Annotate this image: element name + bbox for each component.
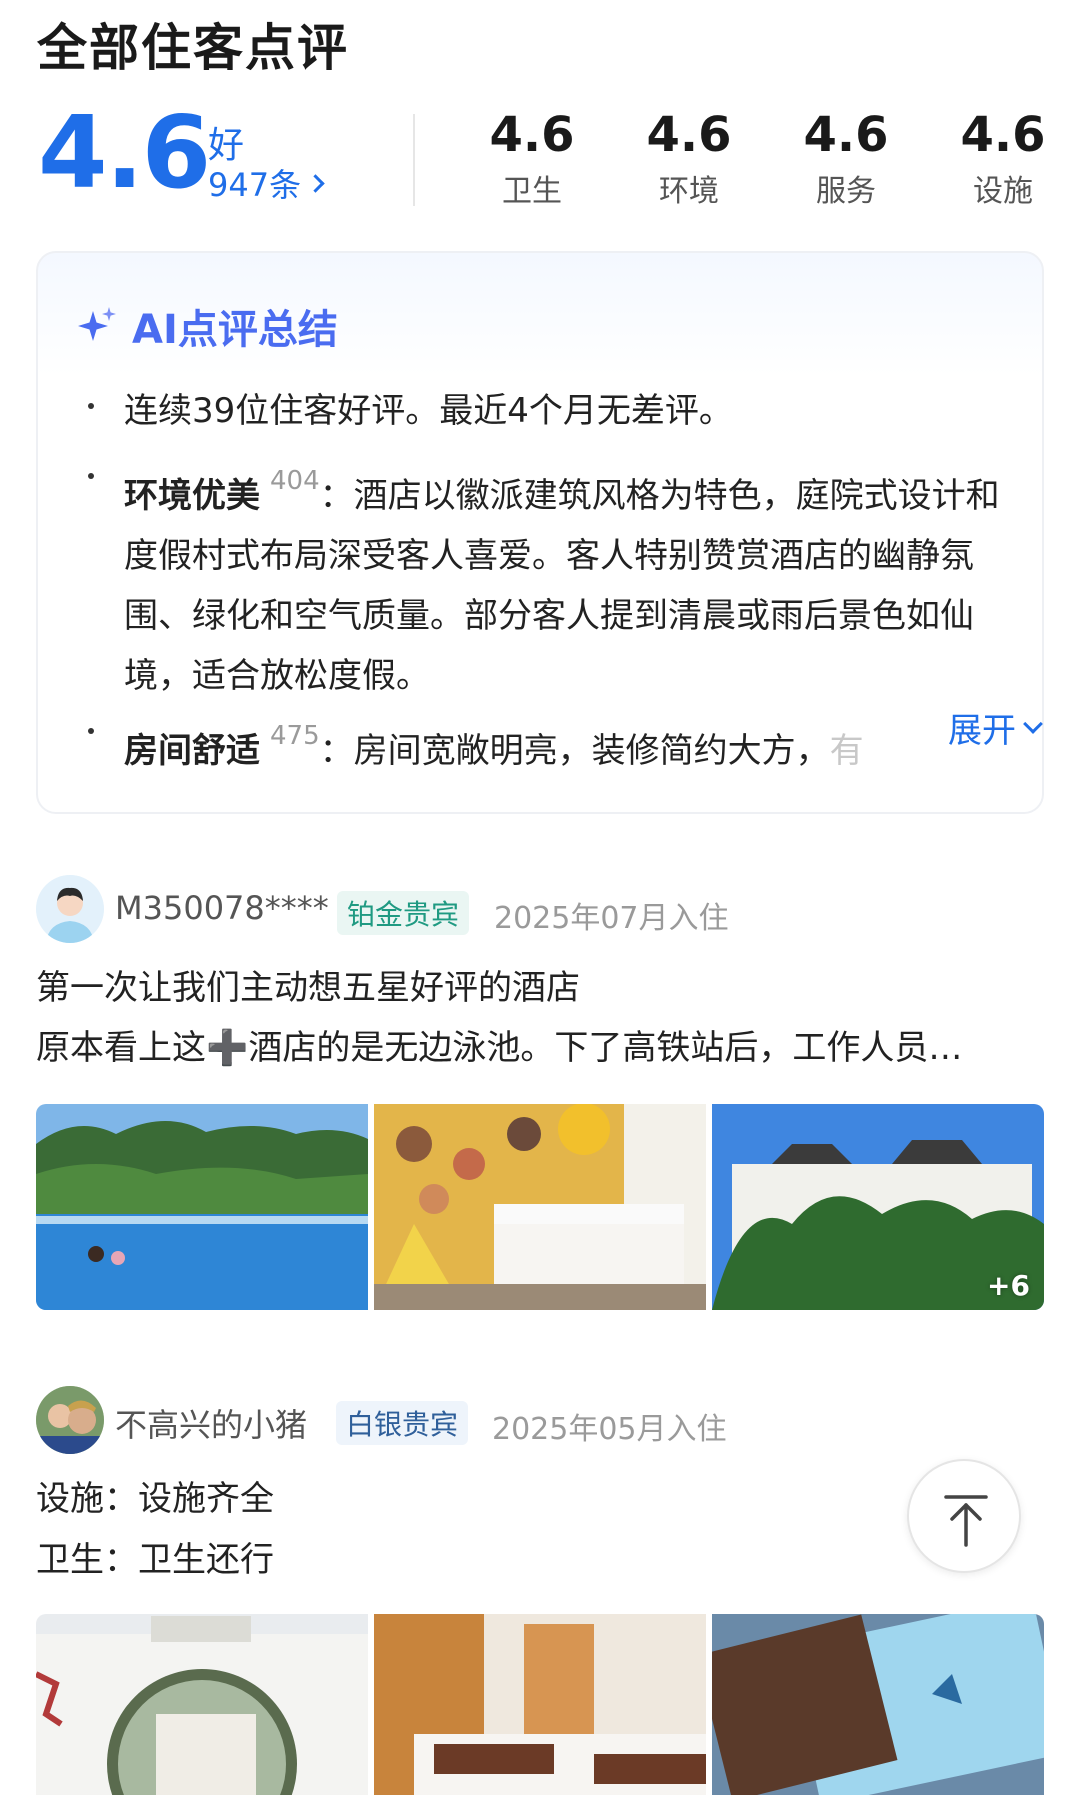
ai-summary-card: AI点评总结 连续39位住客好评。最近4个月无差评。 环境优美 404：酒店以徽派… <box>36 251 1044 814</box>
chevron-down-icon <box>1023 713 1043 734</box>
bullet <box>88 473 98 483</box>
member-level-badge: 铂金贵宾 <box>337 891 470 935</box>
user-name: 不高兴的小猪 <box>115 1406 308 1444</box>
sub-score-hygiene: 4.6 卫生 <box>472 110 592 210</box>
overall-score: 4.6 <box>38 94 211 211</box>
bullet <box>88 728 98 738</box>
review-text-line[interactable]: 设施：设施齐全 <box>36 1469 274 1529</box>
ai-summary-tag-count: 404 <box>270 466 320 496</box>
review-count-link[interactable]: 947条 <box>208 160 325 206</box>
review-photo-twin-room[interactable] <box>374 1614 706 1795</box>
review-photo-key-cards[interactable] <box>712 1614 1044 1795</box>
sparkle-icon <box>78 307 116 341</box>
divider <box>413 114 415 206</box>
user-name: M350078**** <box>115 889 329 927</box>
sub-score-facilities: 4.6 设施 <box>943 110 1063 210</box>
ai-summary-text: ：房间宽敞明亮，装修简约大方， <box>319 731 830 771</box>
ai-summary-tag-count: 475 <box>270 721 320 751</box>
user-avatar-photo <box>36 1386 104 1454</box>
sub-score-value: 4.6 <box>646 107 732 163</box>
ai-summary-tag[interactable]: 房间舒适 <box>124 731 260 771</box>
review-photo-pool[interactable] <box>36 1104 368 1310</box>
ai-summary-item: 连续39位住客好评。最近4个月无差评。 <box>124 381 1004 441</box>
ai-summary-item: 环境优美 404：酒店以徽派建筑风格为特色，庭院式设计和度假村式布局深受客人喜爱。… <box>124 451 1004 706</box>
review-text-line[interactable]: 原本看上这➕酒店的是无边泳池。下了高铁站后，工作人员… <box>36 1018 1046 1078</box>
ai-summary-title: AI点评总结 <box>132 307 338 353</box>
sub-score-service: 4.6 服务 <box>786 110 906 210</box>
stay-date: 2025年07月入住 <box>494 901 729 936</box>
review-photo-moon-gate[interactable] <box>36 1614 368 1795</box>
ai-summary-text: 连续39位住客好评。最近4个月无差评。 <box>124 391 733 431</box>
review-text-line[interactable]: 第一次让我们主动想五星好评的酒店 <box>36 958 580 1018</box>
avatar[interactable] <box>36 875 104 943</box>
member-level-badge: 白银贵宾 <box>336 1401 469 1445</box>
user-avatar-icon <box>36 875 104 943</box>
stay-date: 2025年05月入住 <box>492 1412 727 1447</box>
chevron-right-icon <box>306 173 325 193</box>
sub-score-label: 卫生 <box>502 174 562 210</box>
review-count: 947条 <box>208 166 302 204</box>
sub-score-label: 设施 <box>973 174 1033 210</box>
review-text-line[interactable]: 卫生：卫生还行 <box>36 1530 274 1590</box>
sub-score-label: 环境 <box>659 174 719 210</box>
back-to-top-button[interactable] <box>907 1459 1021 1573</box>
review-photo-building[interactable]: +6 <box>712 1104 1044 1310</box>
sub-score-value: 4.6 <box>803 107 889 163</box>
ai-summary-text-faded: 有 <box>829 731 864 771</box>
bullet <box>88 403 98 413</box>
expand-button[interactable]: 展开 <box>944 703 1043 752</box>
arrow-up-icon <box>944 1495 988 1547</box>
sub-score-value: 4.6 <box>489 107 575 163</box>
avatar[interactable] <box>36 1386 104 1454</box>
sub-score-label: 服务 <box>816 174 876 210</box>
ai-summary-header: AI点评总结 <box>76 297 338 355</box>
sub-score-environment: 4.6 环境 <box>629 110 749 210</box>
expand-label: 展开 <box>948 711 1016 751</box>
ai-summary-item: 房间舒适 475：房间宽敞明亮，装修简约大方，有 <box>124 706 944 781</box>
review-photo-room[interactable] <box>374 1104 706 1310</box>
page-title: 全部住客点评 <box>37 19 349 77</box>
sub-score-value: 4.6 <box>960 107 1046 163</box>
ai-summary-tag[interactable]: 环境优美 <box>124 476 260 516</box>
more-photos-count: +6 <box>987 1269 1030 1302</box>
